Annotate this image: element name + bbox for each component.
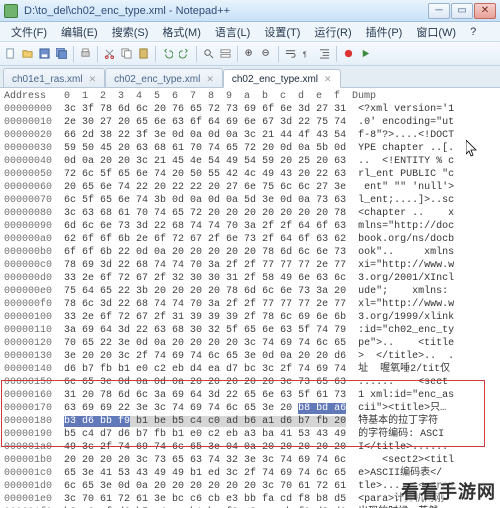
menu-plugins[interactable]: 插件(P) <box>359 22 410 42</box>
toolbar-separator <box>336 46 337 62</box>
hex-row: 00000190 b5 c4 d7 d6 b7 fb b1 e0 c2 eb a… <box>4 429 444 440</box>
close-button[interactable]: ✕ <box>474 3 496 19</box>
toolbar-separator <box>155 46 156 62</box>
wordwrap-icon[interactable] <box>283 46 298 61</box>
hex-row: 000000c0 78 69 3d 22 68 74 74 70 3a 2f 2… <box>4 260 454 271</box>
hex-row: 00000060 20 65 6e 74 22 20 22 22 20 27 6… <box>4 182 454 193</box>
hex-row: 000001c0 65 3e 41 53 43 49 49 b1 ed 3c 2… <box>4 468 442 479</box>
tab-bar: ch01e1_ras.xml✕ch02_enc_type.xml✕ch02_en… <box>0 66 500 88</box>
redo-icon[interactable] <box>177 46 192 61</box>
hex-row: 000000d0 33 2e 6f 72 67 2f 32 30 30 31 2… <box>4 273 454 284</box>
record-macro-icon[interactable] <box>341 46 356 61</box>
menu-window[interactable]: 窗口(W) <box>409 22 463 42</box>
hex-row: 00000030 59 50 45 20 63 68 61 70 74 65 7… <box>4 143 454 154</box>
copy-icon[interactable] <box>119 46 134 61</box>
menu-settings[interactable]: 设置(T) <box>257 22 307 42</box>
menu-view[interactable]: 格式(M) <box>155 22 208 42</box>
hex-editor-content[interactable]: Address 0 1 2 3 4 5 6 7 8 9 a b c d e f … <box>0 88 500 508</box>
hex-row: 000001e0 3c 70 61 72 61 3e bc c6 cb e3 b… <box>4 494 444 505</box>
hex-row: 00000070 6c 5f 65 6e 74 3b 0d 0a 0d 0a 5… <box>4 195 454 206</box>
app-icon <box>4 4 18 18</box>
hex-row: 00000010 2e 30 27 20 65 6e 63 6f 64 69 6… <box>4 117 454 128</box>
hex-row: 00000110 3a 69 64 3d 22 63 68 30 32 5f 6… <box>4 325 454 336</box>
hex-row: 00000170 63 69 69 22 3e 3c 74 69 74 6c 6… <box>4 403 446 414</box>
paste-icon[interactable] <box>136 46 151 61</box>
watermark-text: 看看手游网 <box>401 478 496 504</box>
hex-row: 000001d0 6c 65 3e 0d 0a 20 20 20 20 20 2… <box>4 481 454 492</box>
window-controls: ─ ▭ ✕ <box>428 3 496 19</box>
hex-row: 000001b0 20 20 20 20 3c 73 65 63 74 32 3… <box>4 455 454 466</box>
hex-row: 00000180 b3 d6 bb f9 b1 be b5 c4 c0 ad b… <box>4 416 438 427</box>
hex-row: 00000120 70 65 22 3e 0d 0a 20 20 20 20 3… <box>4 338 454 349</box>
save-all-icon[interactable] <box>54 46 69 61</box>
menu-bar: 文件(F) 编辑(E) 搜索(S) 格式(M) 语言(L) 设置(T) 运行(R… <box>0 22 500 42</box>
window-titlebar: D:\to_del\ch02_enc_type.xml - Notepad++ … <box>0 0 500 22</box>
indent-icon[interactable] <box>317 46 332 61</box>
zoom-in-icon[interactable] <box>242 46 257 61</box>
toolbar-separator <box>237 46 238 62</box>
hex-row: 00000080 3c 63 68 61 70 74 65 72 20 20 2… <box>4 208 454 219</box>
cut-icon[interactable] <box>102 46 117 61</box>
hex-row: 00000160 31 20 78 6d 6c 3a 69 64 3d 22 6… <box>4 390 454 401</box>
toolbar-separator <box>97 46 98 62</box>
hex-row: 00000000 3c 3f 78 6d 6c 20 76 65 72 73 6… <box>4 104 454 115</box>
zoom-out-icon[interactable] <box>259 46 274 61</box>
hex-row: 00000090 6d 6c 6e 73 3d 22 68 74 74 70 3… <box>4 221 454 232</box>
print-icon[interactable] <box>78 46 93 61</box>
tab-close-icon[interactable]: ✕ <box>324 74 332 85</box>
play-macro-icon[interactable] <box>358 46 373 61</box>
hex-header: Address 0 1 2 3 4 5 6 7 8 9 a b c d e f … <box>4 90 500 103</box>
save-icon[interactable] <box>37 46 52 61</box>
toolbar-separator <box>73 46 74 62</box>
search-icon[interactable] <box>201 46 216 61</box>
document-tab[interactable]: ch02_enc_type.xml✕ <box>223 69 341 88</box>
window-title: D:\to_del\ch02_enc_type.xml - Notepad++ <box>24 5 428 17</box>
menu-file[interactable]: 文件(F) <box>4 22 54 42</box>
hex-row: 00000130 3e 20 20 3c 2f 74 69 74 6c 65 3… <box>4 351 454 362</box>
hex-row: 00000050 72 6c 5f 65 6e 74 20 50 55 42 4… <box>4 169 454 180</box>
menu-search[interactable]: 搜索(S) <box>105 22 156 42</box>
menu-macro[interactable]: 运行(R) <box>307 22 358 42</box>
hex-row: 000000f0 78 6c 3d 22 68 74 74 70 3a 2f 2… <box>4 299 454 310</box>
new-file-icon[interactable] <box>3 46 18 61</box>
maximize-button[interactable]: ▭ <box>451 3 473 19</box>
toolbar-separator <box>278 46 279 62</box>
menu-edit[interactable]: 编辑(E) <box>54 22 105 42</box>
svg-text:¶: ¶ <box>303 49 307 58</box>
toolbar-separator <box>196 46 197 62</box>
hex-row: 000000e0 75 64 65 22 3b 20 20 20 20 78 6… <box>4 286 454 297</box>
hex-row: 000000a0 62 6f 6f 6b 2e 6f 72 67 2f 6e 7… <box>4 234 454 245</box>
document-tab[interactable]: ch02_enc_type.xml✕ <box>105 68 223 87</box>
menu-language[interactable]: 语言(L) <box>208 22 257 42</box>
minimize-button[interactable]: ─ <box>428 3 450 19</box>
document-tab[interactable]: ch01e1_ras.xml✕ <box>3 68 105 87</box>
hex-row: 000000b0 6f 6f 6b 22 0d 0a 20 20 20 20 2… <box>4 247 454 258</box>
hex-row: 00000100 33 2e 6f 72 67 2f 31 39 39 39 2… <box>4 312 454 323</box>
toolbar: ¶ <box>0 42 500 66</box>
menu-help[interactable]: ? <box>463 24 483 40</box>
tab-close-icon[interactable]: ✕ <box>206 74 214 85</box>
hex-row: 00000020 66 2d 38 22 3f 3e 0d 0a 0d 0a 3… <box>4 130 454 141</box>
undo-icon[interactable] <box>160 46 175 61</box>
open-file-icon[interactable] <box>20 46 35 61</box>
hex-row: 00000150 6c 65 3e 0d 0a 0d 0a 20 20 20 2… <box>4 377 448 388</box>
hex-row: 000001a0 49 3c 2f 74 69 74 6c 65 3e 04 0… <box>4 442 454 453</box>
tab-close-icon[interactable]: ✕ <box>89 74 97 85</box>
show-all-icon[interactable]: ¶ <box>300 46 315 61</box>
hex-row: 00000140 d6 b7 fb b1 e0 c2 eb d4 ea d7 b… <box>4 364 450 375</box>
replace-icon[interactable] <box>218 46 233 61</box>
hex-row: 00000040 0d 0a 20 20 3c 21 45 4e 54 49 5… <box>4 156 454 167</box>
